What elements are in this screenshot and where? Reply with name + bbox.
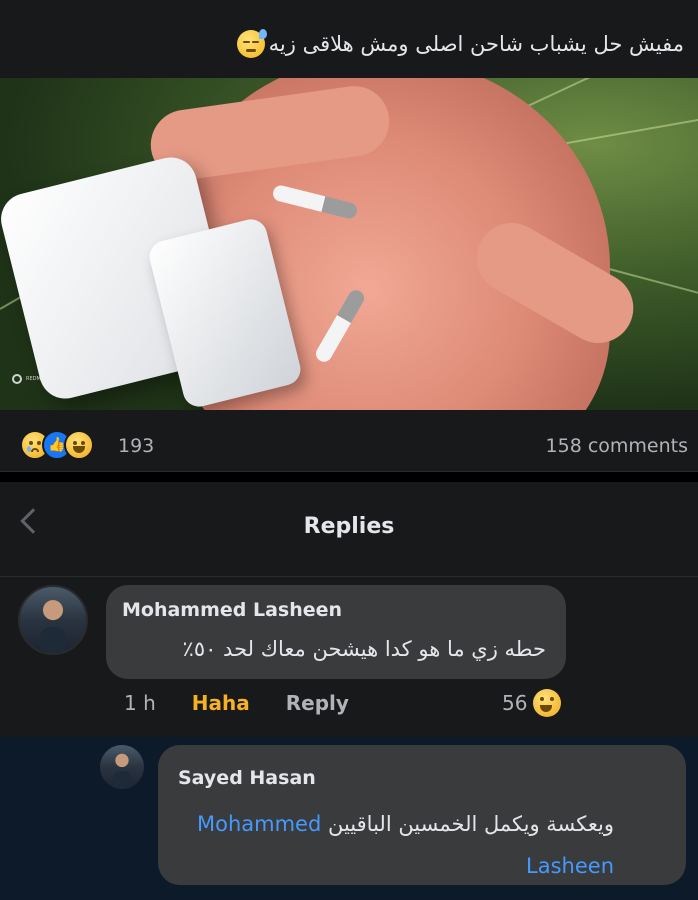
comment-reaction-summary[interactable]: 56 [502,689,562,717]
post-caption-bar: مفيش حل يشباب شاحن اصلى ومش هلاقى زيه [0,0,698,78]
comment-text: حطه زي ما هو كدا هيشحن معاك لحد ٥٠٪ [182,637,546,661]
comment-actions: 1 h Haha Reply [124,691,349,715]
comments-count[interactable]: 158 comments [546,435,688,457]
post-caption-text: مفيش حل يشباب شاحن اصلى ومش هلاقى زيه [268,32,684,56]
sweat-smile-emoji-icon [236,29,267,58]
reply-bubble[interactable]: Sayed Hasan ويعكسة ويكمل الخمسين الباقيي… [158,745,686,885]
comment-reaction-count: 56 [502,691,528,715]
haha-reaction-icon [533,689,562,717]
haha-reaction-icon [64,430,94,460]
camera-watermark-icon [12,374,22,384]
reactions-bar: 👍 193 158 comments [0,410,698,472]
camera-watermark: REDMI NOTE 8 [12,374,63,384]
reply-text: ويعكسة ويكمل الخمسين الباقيين Mohammed L… [184,803,614,887]
reaction-icons[interactable]: 👍 [20,430,94,460]
haha-button[interactable]: Haha [192,691,250,715]
comment-time[interactable]: 1 h [124,691,156,715]
comment: Mohammed Lasheen حطه زي ما هو كدا هيشحن … [0,577,698,737]
comment-bubble[interactable]: Mohammed Lasheen حطه زي ما هو كدا هيشحن … [106,585,566,679]
post-caption: مفيش حل يشباب شاحن اصلى ومش هلاقى زيه [236,29,684,58]
divider [0,472,698,482]
reply: Sayed Hasan ويعكسة ويكمل الخمسين الباقيي… [0,737,698,900]
comment-author[interactable]: Mohammed Lasheen [122,599,342,621]
reply-author[interactable]: Sayed Hasan [178,767,316,789]
avatar[interactable] [18,585,88,655]
avatar[interactable] [100,745,144,789]
reaction-count[interactable]: 193 [118,435,154,457]
replies-header: Replies [0,482,698,577]
reply-body: ويعكسة ويكمل الخمسين الباقيين [327,812,614,836]
page-title: Replies [303,514,395,539]
reply-button[interactable]: Reply [286,691,349,715]
post-photo[interactable]: REDMI NOTE 8 [0,78,698,410]
